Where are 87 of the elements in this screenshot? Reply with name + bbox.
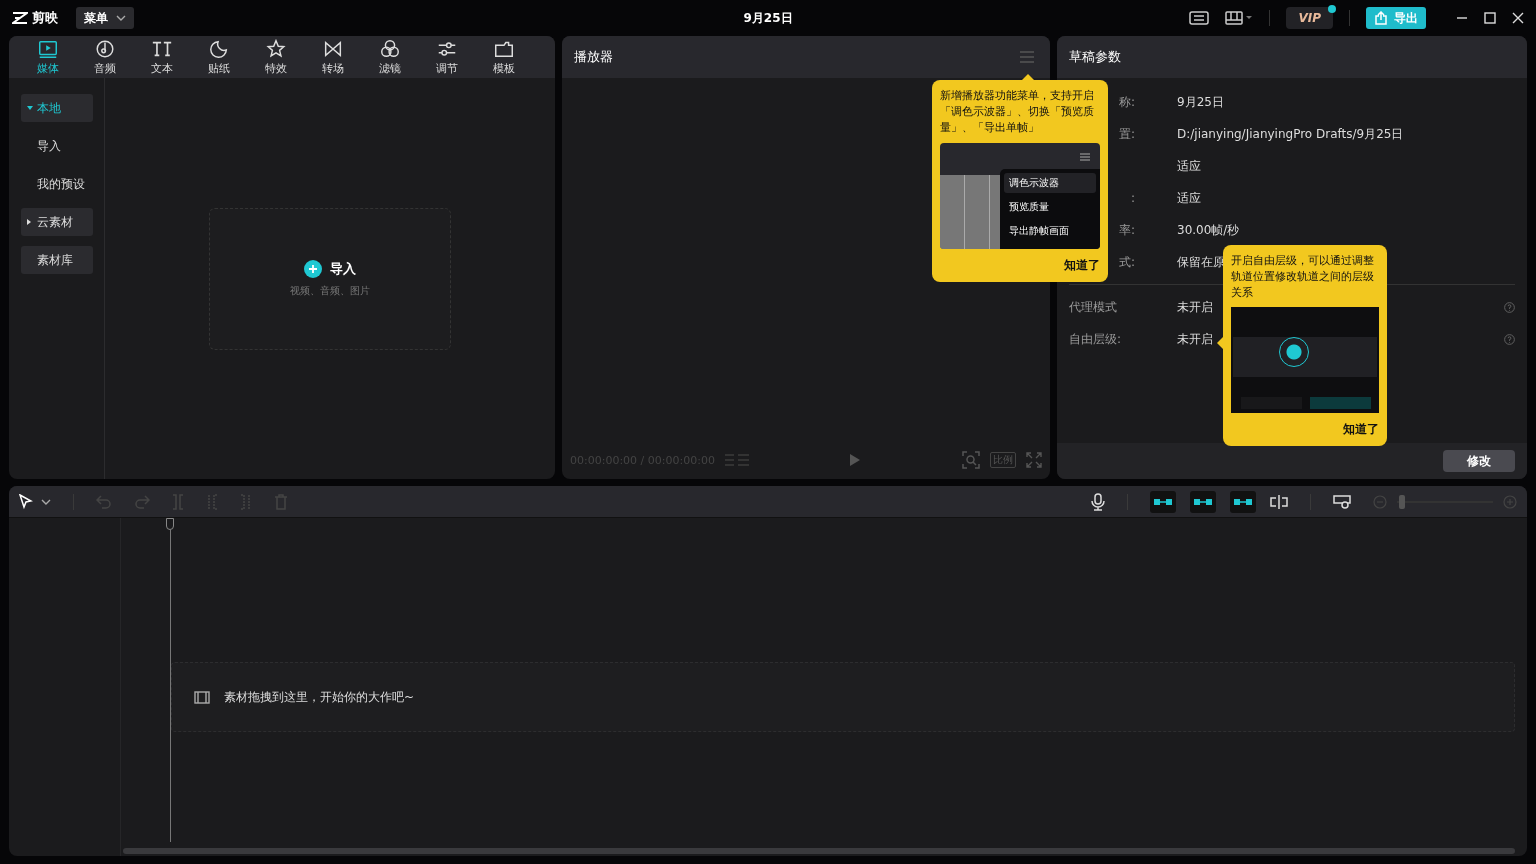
media-tab[interactable]: 滤镜 — [361, 36, 418, 78]
empty-track-hint: 素材拖拽到这里，开始你的大作吧~ — [224, 688, 415, 706]
media-tab[interactable]: 文本 — [133, 36, 190, 78]
edit-button[interactable]: 修改 — [1443, 450, 1515, 472]
split-icon[interactable] — [172, 493, 184, 510]
media-tab[interactable]: 音频 — [76, 36, 133, 78]
param-value: 9月25日 — [1177, 93, 1224, 111]
split-line-icon[interactable] — [1270, 493, 1288, 510]
cursor-icon[interactable] — [19, 493, 33, 510]
media-tab[interactable]: 转场 — [304, 36, 361, 78]
param-value: D:/jianying/JianyingPro Drafts/9月25日 — [1177, 125, 1404, 143]
option-label: 自由层级: — [1069, 330, 1123, 348]
maximize-icon[interactable] — [1484, 12, 1496, 24]
caret-icon — [116, 15, 126, 21]
tooltip-text: 新增播放器功能菜单，支持开启「调色示波器」、切换「预览质量」、「导出单帧」 — [940, 88, 1095, 136]
vip-button[interactable]: VIP — [1286, 7, 1333, 29]
option-label: 代理模式 — [1069, 298, 1118, 316]
param-label: : — [1130, 191, 1135, 205]
delete-icon[interactable] — [274, 493, 288, 510]
film-icon — [194, 690, 210, 704]
button-placeholder — [1310, 397, 1371, 409]
param-value: 保留在原 — [1177, 253, 1225, 271]
menu-button[interactable]: 菜单 — [76, 7, 134, 29]
param-label: 式: — [1118, 253, 1135, 271]
media-tab[interactable]: 贴纸 — [190, 36, 247, 78]
media-tab[interactable]: 模板 — [475, 36, 532, 78]
dismiss-button[interactable]: 知道了 — [1343, 413, 1379, 438]
track-drop-area[interactable]: 素材拖拽到这里，开始你的大作吧~ — [171, 662, 1515, 732]
playhead[interactable] — [165, 518, 175, 842]
tooltip-text: 开启自由层级，可以通过调整轨道位置修改轨道之间的层级关系 — [1231, 253, 1375, 301]
list-icon[interactable] — [724, 453, 749, 467]
param-label: 率: — [1118, 221, 1135, 239]
import-hint: 视频、音频、图片 — [290, 284, 370, 298]
add-icon — [304, 260, 322, 278]
import-drop-area[interactable]: 导入 视频、音频、图片 — [209, 208, 451, 350]
link-icon — [1193, 496, 1213, 507]
zoom-in-icon[interactable] — [1503, 494, 1517, 509]
sticker-icon — [207, 38, 230, 60]
help-icon[interactable] — [1504, 333, 1515, 345]
panel-title: 播放器 — [574, 48, 613, 66]
scrollbar[interactable] — [123, 848, 1515, 854]
option-value: 未开启 — [1177, 330, 1213, 348]
focus-icon[interactable] — [962, 451, 980, 469]
help-icon[interactable] — [1504, 301, 1515, 313]
layout-icon[interactable] — [1225, 11, 1254, 25]
logo-icon — [12, 12, 28, 24]
redo-icon[interactable] — [134, 494, 150, 509]
menu-icon — [1080, 153, 1090, 161]
param-label: 称: — [1118, 93, 1135, 111]
sidebar-item[interactable]: 导入 — [21, 132, 93, 160]
media-tab[interactable]: 调节 — [418, 36, 475, 78]
media-tab[interactable]: 特效 — [247, 36, 304, 78]
zoom-out-icon[interactable] — [1373, 494, 1387, 509]
window-title: 9月25日 — [743, 9, 793, 27]
fullscreen-icon[interactable] — [1026, 452, 1042, 468]
param-value: 适应 — [1177, 189, 1201, 207]
menu-icon[interactable] — [1020, 51, 1034, 63]
export-icon — [1374, 11, 1388, 25]
link-icon — [1153, 496, 1173, 507]
circles-icon — [378, 38, 401, 60]
close-icon[interactable] — [1512, 12, 1524, 24]
param-value: 适应 — [1177, 157, 1201, 175]
cursor-ring-icon — [1279, 337, 1309, 367]
microphone-icon[interactable] — [1091, 492, 1105, 511]
ruler-icon[interactable] — [1333, 493, 1351, 510]
panel-title: 草稿参数 — [1069, 48, 1121, 66]
track-toggle[interactable] — [1190, 490, 1216, 513]
media-tab[interactable]: 媒体 — [19, 36, 76, 78]
caret-icon[interactable] — [41, 498, 51, 505]
sidebar-item[interactable]: 本地 — [21, 94, 93, 122]
dismiss-button[interactable]: 知道了 — [1064, 249, 1100, 274]
play-icon — [36, 38, 59, 60]
param-label: 置: — [1118, 125, 1135, 143]
star-icon — [264, 38, 287, 60]
play-icon[interactable] — [849, 453, 862, 467]
undo-icon[interactable] — [96, 494, 112, 509]
sidebar-item[interactable]: 我的预设 — [21, 170, 93, 198]
keyboard-icon[interactable] — [1189, 11, 1210, 25]
import-label: 导入 — [330, 260, 356, 278]
track-toggle[interactable] — [1150, 490, 1176, 513]
option-value: 未开启 — [1177, 298, 1213, 316]
sidebar-item[interactable]: 云素材 — [21, 208, 93, 236]
track-toggle[interactable] — [1230, 490, 1256, 513]
param-value: 30.00帧/秒 — [1177, 221, 1240, 239]
link-icon — [1233, 496, 1253, 507]
sidebar-item[interactable]: 素材库 — [21, 246, 93, 274]
app-name: 剪映 — [32, 9, 58, 27]
